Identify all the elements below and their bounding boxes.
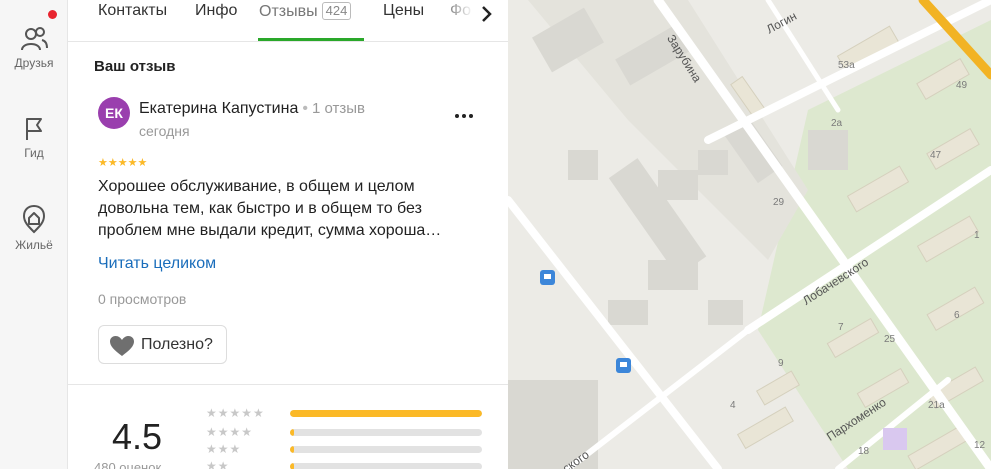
house-number: 12	[974, 440, 986, 451]
views-count: 0 просмотров	[98, 291, 187, 307]
rail-item-housing[interactable]: Жильё	[0, 204, 68, 252]
review-stars: ★★★★★	[98, 157, 148, 169]
reviews-count-badge: 424	[321, 2, 352, 20]
house-number: 7	[838, 322, 844, 333]
tab-info[interactable]: Инфо	[195, 2, 237, 20]
more-options-icon[interactable]	[452, 104, 476, 124]
tab-reviews[interactable]: Отзывы 424	[259, 2, 352, 21]
rating-bar-track	[290, 463, 482, 469]
useful-button-label: Полезно?	[141, 336, 213, 353]
rating-bar-stars: ★★★	[206, 442, 242, 456]
tab-prices[interactable]: Цены	[383, 2, 424, 20]
house-number: 29	[773, 197, 785, 208]
tab-contacts[interactable]: Контакты	[98, 2, 167, 20]
house-number: 1	[974, 230, 980, 241]
bus-stop-icon[interactable]	[616, 358, 631, 373]
rail-item-guide[interactable]: Гид	[0, 116, 68, 160]
author-name: Екатерина Капустина	[139, 100, 299, 117]
review-date: сегодня	[139, 123, 190, 139]
review-text: Хорошее обслуживание, в общем и целом до…	[98, 178, 442, 239]
rating-bar-stars: ★★★★★	[206, 406, 265, 420]
rating-bar-stars: ★★	[206, 459, 230, 469]
rating-bar-fill	[290, 463, 294, 469]
house-number: 25	[884, 334, 896, 345]
house-number: 49	[956, 80, 968, 91]
house-number: 9	[778, 358, 784, 369]
house-number: 18	[858, 446, 870, 457]
section-title: Ваш отзыв	[94, 58, 176, 75]
notification-dot	[48, 10, 57, 19]
rail-item-label: Друзья	[14, 56, 54, 70]
rail-item-label: Жильё	[15, 238, 53, 252]
read-more-link[interactable]: Читать целиком	[98, 255, 216, 273]
left-rail: Друзья Гид Жильё	[0, 0, 68, 469]
chevron-right-icon[interactable]	[476, 4, 496, 24]
house-number: 21а	[928, 400, 945, 411]
house-number: 47	[930, 150, 942, 161]
map-view[interactable]: Зарубина Логин Лобачевского Пархоменко с…	[508, 0, 991, 469]
overall-rating: 4.5	[112, 416, 163, 457]
rating-bar-stars: ★★★★	[206, 425, 254, 439]
house-number: 6	[954, 310, 960, 321]
flag-icon	[26, 118, 42, 140]
tab-reviews-label: Отзывы	[259, 3, 318, 20]
rail-item-label: Гид	[24, 146, 44, 160]
house-number: 2а	[831, 118, 843, 129]
rating-bar-track	[290, 429, 482, 436]
housing-icon	[22, 204, 46, 234]
active-tab-indicator	[258, 38, 364, 41]
bus-stop-icon[interactable]	[540, 270, 555, 285]
rating-bar-fill	[290, 429, 294, 436]
author-review-count: 1 отзыв	[311, 100, 365, 117]
separator-dot: •	[302, 100, 308, 117]
rail-item-friends[interactable]: Друзья	[0, 26, 68, 70]
map-canvas	[508, 0, 991, 469]
heart-icon	[110, 336, 134, 356]
rating-bar-track	[290, 410, 482, 417]
rating-bar-fill	[290, 410, 482, 417]
house-number: 4	[730, 400, 736, 411]
rating-bar-fill	[290, 446, 294, 453]
divider	[68, 384, 508, 385]
house-number: 53а	[838, 60, 855, 71]
avatar[interactable]: ЕК	[98, 97, 130, 129]
rating-count: 480 оценок	[94, 460, 162, 469]
rating-bar-track	[290, 446, 482, 453]
review-author[interactable]: Екатерина Капустина • 1 отзыв	[139, 100, 365, 118]
tab-bar: Контакты Инфо Отзывы424 Цены Фо	[68, 0, 508, 42]
friends-icon	[21, 27, 48, 51]
useful-button[interactable]: Полезно?	[98, 325, 227, 364]
place-panel: Контакты Инфо Отзывы424 Цены Фо Ваш отзы…	[68, 0, 508, 469]
